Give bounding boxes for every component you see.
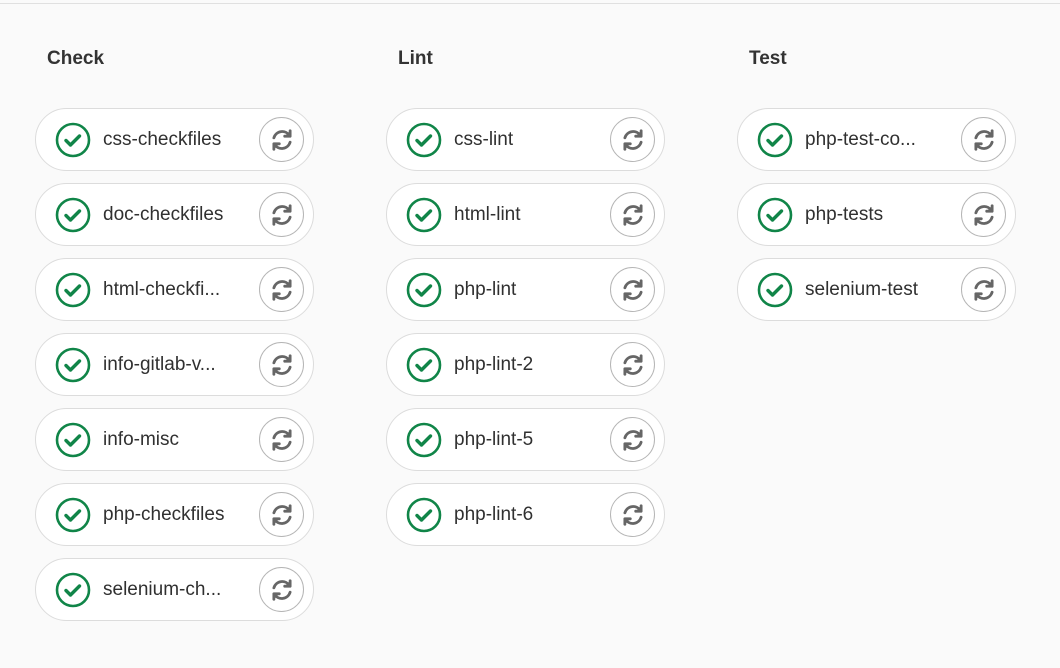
job-name: php-lint-6 xyxy=(454,503,534,525)
job-item[interactable]: selenium-test xyxy=(737,258,1016,321)
retry-button[interactable] xyxy=(961,267,1006,312)
retry-icon xyxy=(971,202,997,228)
retry-button[interactable] xyxy=(259,117,304,162)
retry-button[interactable] xyxy=(259,267,304,312)
status-success-icon xyxy=(55,497,91,533)
job-item[interactable]: html-checkfi... xyxy=(35,258,314,321)
retry-button[interactable] xyxy=(259,192,304,237)
status-success-icon xyxy=(406,122,442,158)
retry-icon xyxy=(269,277,295,303)
retry-button[interactable] xyxy=(259,492,304,537)
job-name: html-checkfi... xyxy=(103,278,221,300)
retry-icon xyxy=(620,277,646,303)
retry-icon xyxy=(620,427,646,453)
job-name: info-misc xyxy=(103,428,180,450)
retry-icon xyxy=(269,127,295,153)
retry-icon xyxy=(269,202,295,228)
retry-icon xyxy=(620,127,646,153)
retry-button[interactable] xyxy=(610,342,655,387)
stage-title: Test xyxy=(749,48,787,69)
retry-button[interactable] xyxy=(610,267,655,312)
retry-button[interactable] xyxy=(259,417,304,462)
job-item[interactable]: info-gitlab-v... xyxy=(35,333,314,396)
retry-icon xyxy=(620,502,646,528)
retry-icon xyxy=(620,202,646,228)
retry-icon xyxy=(269,427,295,453)
job-item[interactable]: php-lint-5 xyxy=(386,408,665,471)
retry-button[interactable] xyxy=(610,117,655,162)
status-success-icon xyxy=(55,347,91,383)
retry-icon xyxy=(620,352,646,378)
job-name: doc-checkfiles xyxy=(103,203,224,225)
job-list: css-checkfiles doc-checkfiles html-checkfi… xyxy=(35,108,314,633)
job-item[interactable]: selenium-ch... xyxy=(35,558,314,621)
job-name: php-lint xyxy=(454,278,517,300)
status-success-icon xyxy=(406,422,442,458)
job-name: php-lint-2 xyxy=(454,353,534,375)
job-item[interactable]: php-tests xyxy=(737,183,1016,246)
retry-button[interactable] xyxy=(610,492,655,537)
retry-button[interactable] xyxy=(259,342,304,387)
status-success-icon xyxy=(757,197,793,233)
job-item[interactable]: info-misc xyxy=(35,408,314,471)
status-success-icon xyxy=(757,272,793,308)
stage-title: Check xyxy=(47,48,105,69)
status-success-icon xyxy=(406,272,442,308)
job-item[interactable]: php-checkfiles xyxy=(35,483,314,546)
job-name: php-checkfiles xyxy=(103,503,225,525)
status-success-icon xyxy=(757,122,793,158)
job-name: php-tests xyxy=(805,203,884,225)
retry-button[interactable] xyxy=(961,192,1006,237)
job-name: php-test-co... xyxy=(805,128,916,150)
job-item[interactable]: php-lint-2 xyxy=(386,333,665,396)
job-name: info-gitlab-v... xyxy=(103,353,216,375)
job-item[interactable]: css-checkfiles xyxy=(35,108,314,171)
retry-button[interactable] xyxy=(259,567,304,612)
status-success-icon xyxy=(55,272,91,308)
retry-icon xyxy=(269,502,295,528)
retry-icon xyxy=(269,577,295,603)
status-success-icon xyxy=(55,572,91,608)
job-item[interactable]: doc-checkfiles xyxy=(35,183,314,246)
job-name: css-checkfiles xyxy=(103,128,222,150)
retry-icon xyxy=(971,127,997,153)
job-item[interactable]: css-lint xyxy=(386,108,665,171)
job-list: css-lint html-lint php-lint php-lint-2 php-l… xyxy=(386,108,665,558)
job-name: php-lint-5 xyxy=(454,428,534,450)
status-success-icon xyxy=(55,197,91,233)
status-success-icon xyxy=(406,347,442,383)
job-item[interactable]: php-test-co... xyxy=(737,108,1016,171)
status-success-icon xyxy=(406,497,442,533)
job-name: selenium-test xyxy=(805,278,918,300)
retry-button[interactable] xyxy=(961,117,1006,162)
retry-icon xyxy=(269,352,295,378)
retry-button[interactable] xyxy=(610,417,655,462)
job-item[interactable]: php-lint xyxy=(386,258,665,321)
job-name: css-lint xyxy=(454,128,514,150)
retry-icon xyxy=(971,277,997,303)
job-item[interactable]: php-lint-6 xyxy=(386,483,665,546)
job-item[interactable]: html-lint xyxy=(386,183,665,246)
retry-button[interactable] xyxy=(610,192,655,237)
job-name: html-lint xyxy=(454,203,521,225)
job-name: selenium-ch... xyxy=(103,578,222,600)
job-list: php-test-co... php-tests selenium-test xyxy=(737,108,1016,333)
status-success-icon xyxy=(55,122,91,158)
status-success-icon xyxy=(55,422,91,458)
stage-title: Lint xyxy=(398,48,433,69)
status-success-icon xyxy=(406,197,442,233)
